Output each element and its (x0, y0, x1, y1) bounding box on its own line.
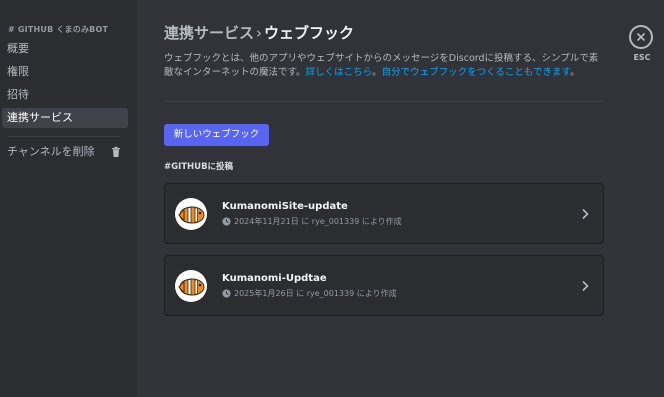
section-label: #GITHUBに投稿 (164, 162, 234, 172)
delete-channel-button[interactable]: チャンネルを削除 (2, 142, 128, 162)
sidebar-item-invites[interactable]: 招待 (2, 85, 128, 105)
chevron-right-icon (582, 208, 589, 220)
description-end: 。 (570, 67, 580, 78)
sidebar-item-label: 概要 (7, 42, 29, 55)
close-icon (636, 32, 646, 42)
webhook-created-text: 2025年1月26日 に rye_001339 により作成 (234, 289, 397, 298)
sidebar-item-label: 権限 (7, 65, 29, 78)
clock-icon (222, 289, 231, 298)
webhook-card[interactable]: Kumanomi-Updtae 2025年1月26日 に rye_001339 … (164, 255, 604, 316)
breadcrumb-separator: › (256, 24, 263, 42)
new-webhook-button[interactable]: 新しいウェブフック (164, 124, 269, 146)
sidebar-item-overview[interactable]: 概要 (2, 39, 128, 59)
clownfish-avatar (175, 270, 207, 302)
webhook-description: ウェブフックとは、他のアプリやウェブサイトからのメッセージをDiscordに投稿… (164, 52, 604, 80)
sidebar-item-integrations[interactable]: 連携サービス (2, 108, 128, 128)
breadcrumb-current: ウェブフック (264, 24, 355, 42)
sidebar-item-label: 連携サービス (7, 111, 73, 124)
sidebar-item-permissions[interactable]: 権限 (2, 62, 128, 82)
webhook-created-text: 2024年11月21日 に rye_001339 により作成 (234, 217, 402, 226)
main-content: 連携サービス › ウェブフック ウェブフックとは、他のアプリやウェブサイトからのメッ… (137, 0, 664, 397)
chevron-right-icon (582, 280, 589, 292)
description-mid: 。 (372, 67, 382, 78)
webhook-card[interactable]: KumanomiSite-update 2024年11月21日 に rye_00… (164, 183, 604, 244)
page-title: 連携サービス › ウェブフック (164, 22, 354, 43)
webhook-name: KumanomiSite-update (222, 201, 348, 212)
section-divider (164, 101, 604, 102)
clownfish-avatar (175, 198, 207, 230)
webhook-name: Kumanomi-Updtae (222, 273, 327, 284)
settings-sidebar: # GITHUB くまのみBOT 概要 権限 招待 連携サービス チャンネルを削… (0, 0, 137, 397)
webhook-meta: 2024年11月21日 に rye_001339 により作成 (222, 216, 402, 227)
close-button[interactable] (629, 25, 653, 49)
channel-header: # GITHUB くまのみBOT (8, 25, 109, 34)
sidebar-divider (8, 136, 120, 137)
delete-channel-label: チャンネルを削除 (7, 145, 95, 158)
trash-icon (112, 146, 120, 157)
breadcrumb-integrations[interactable]: 連携サービス (164, 24, 254, 42)
esc-label: ESC (633, 53, 651, 62)
webhook-meta: 2025年1月26日 に rye_001339 により作成 (222, 288, 397, 299)
learn-more-link[interactable]: 詳しくはこちら (306, 67, 373, 78)
create-webhook-link[interactable]: 自分でウェブフックをつくることもできます (382, 67, 570, 78)
sidebar-item-label: 招待 (7, 88, 29, 101)
clock-icon (222, 217, 231, 226)
